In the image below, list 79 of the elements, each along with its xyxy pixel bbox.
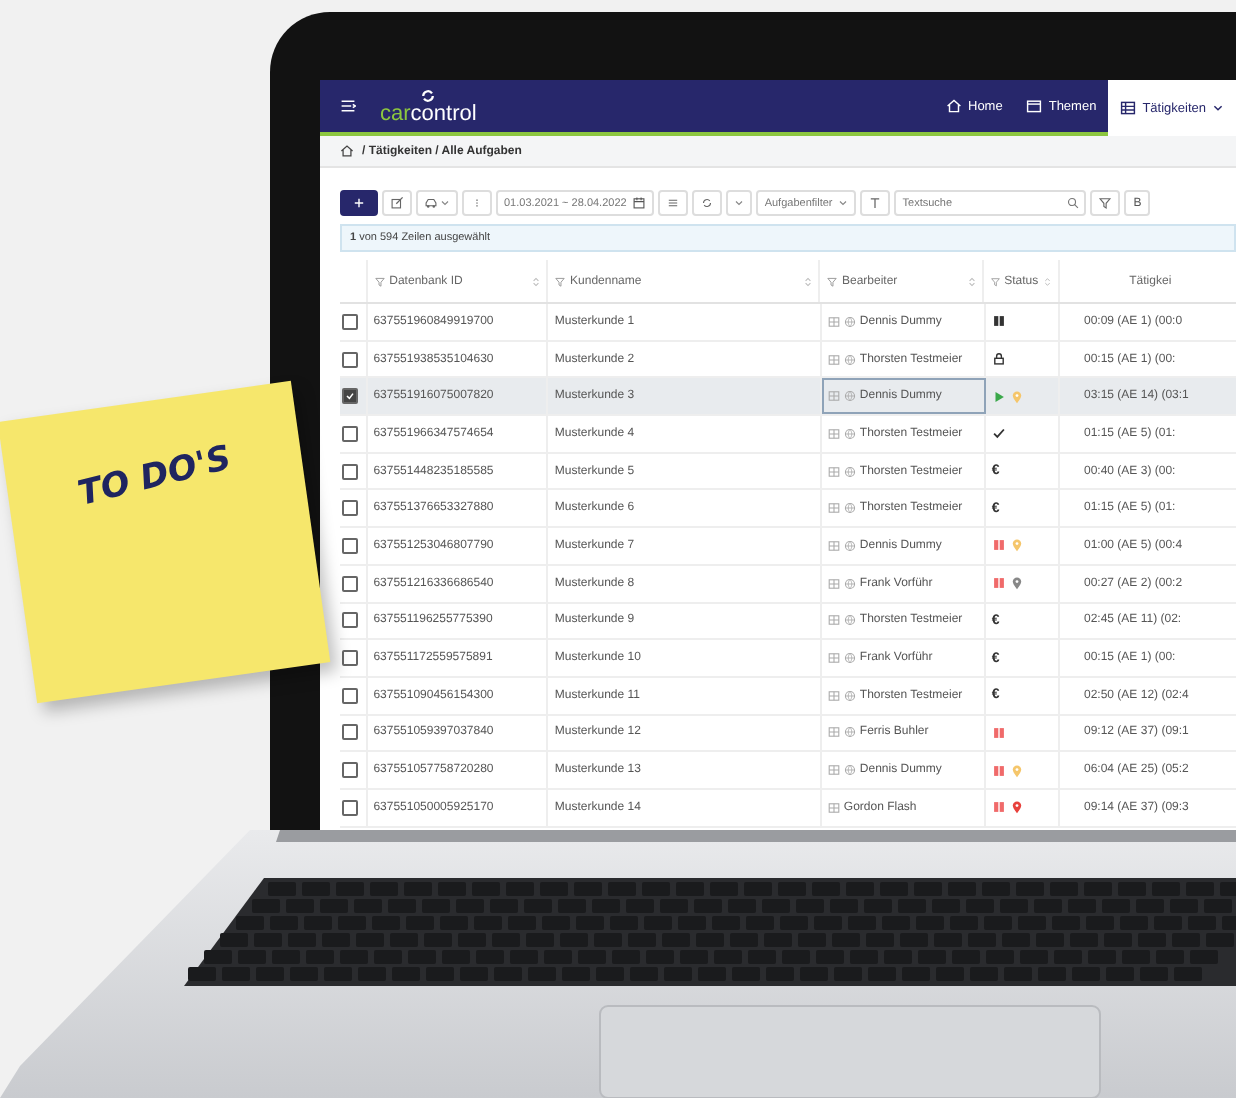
car-menu-button[interactable] [416, 190, 458, 216]
row-checkbox[interactable] [342, 388, 358, 405]
grid-icon[interactable] [827, 764, 840, 777]
filter-icon [1098, 196, 1113, 210]
text-button[interactable] [860, 190, 891, 216]
grid-icon[interactable] [827, 390, 840, 403]
grid-icon[interactable] [827, 315, 840, 328]
home-icon [946, 98, 962, 114]
table-icon [1120, 100, 1137, 116]
globe-icon[interactable] [843, 764, 856, 777]
sort-icon[interactable] [1042, 275, 1054, 287]
list-icon [666, 196, 681, 210]
row-checkbox[interactable] [342, 687, 358, 704]
grid-icon[interactable] [827, 689, 840, 702]
grid-icon[interactable] [827, 502, 840, 515]
grid-icon[interactable] [827, 614, 840, 627]
menu-icon[interactable] [340, 98, 356, 114]
globe-icon[interactable] [843, 427, 856, 440]
globe-icon[interactable] [843, 577, 856, 590]
row-checkbox[interactable] [342, 650, 358, 667]
row-checkbox[interactable] [342, 612, 358, 629]
grid-icon[interactable] [827, 726, 840, 739]
filter-button[interactable] [1090, 190, 1121, 216]
filter-icon[interactable] [826, 275, 838, 287]
row-checkbox[interactable] [342, 351, 358, 368]
globe-icon[interactable] [843, 390, 856, 403]
plus-icon [352, 196, 366, 210]
caret-icon [1212, 102, 1224, 114]
logo-text: carcontrol [380, 103, 477, 125]
grid-icon[interactable] [827, 652, 840, 665]
globe-icon[interactable] [843, 539, 856, 552]
refresh-icon [700, 196, 715, 210]
window-icon [1026, 98, 1043, 114]
row-checkbox[interactable] [342, 799, 358, 816]
caret-icon [838, 198, 849, 208]
row-checkbox[interactable] [342, 500, 358, 517]
row-checkbox[interactable] [342, 762, 358, 779]
row-checkbox[interactable] [342, 425, 358, 442]
text-icon [868, 196, 883, 210]
filter-icon[interactable] [554, 275, 567, 287]
globe-icon[interactable] [843, 689, 856, 702]
globe-icon[interactable] [843, 315, 856, 328]
grid-icon[interactable] [827, 353, 840, 366]
row-checkbox[interactable] [342, 575, 358, 592]
list-button[interactable] [658, 190, 689, 216]
add-button[interactable] [340, 190, 378, 216]
filter-icon[interactable] [373, 275, 386, 287]
globe-icon[interactable] [843, 502, 856, 515]
grid-icon[interactable] [827, 539, 840, 552]
caret-icon [440, 198, 450, 208]
refresh-button[interactable] [692, 190, 723, 216]
row-checkbox[interactable] [342, 724, 358, 741]
sort-icon[interactable] [965, 275, 978, 287]
search-icon [1066, 196, 1081, 210]
sort-icon[interactable] [802, 275, 814, 287]
caret-button[interactable] [726, 190, 753, 216]
grid-icon[interactable] [827, 427, 840, 440]
grid-icon[interactable] [827, 801, 840, 814]
logo-icon [420, 87, 437, 103]
sort-icon[interactable] [530, 275, 543, 287]
home-icon[interactable] [340, 144, 354, 158]
grid-icon[interactable] [827, 465, 840, 478]
row-checkbox[interactable] [342, 537, 358, 554]
more-button[interactable] [462, 190, 492, 216]
edit-icon [390, 196, 404, 210]
car-icon [424, 196, 438, 210]
note-text: TO DO'S [74, 438, 236, 515]
globe-icon[interactable] [843, 652, 856, 665]
row-checkbox[interactable] [342, 463, 358, 480]
globe-icon[interactable] [843, 614, 856, 627]
globe-icon[interactable] [843, 353, 856, 366]
row-checkbox[interactable] [342, 313, 358, 330]
calendar-icon [632, 196, 647, 210]
filter-icon[interactable] [989, 275, 1001, 287]
globe-icon[interactable] [843, 726, 856, 739]
grid-icon[interactable] [827, 577, 840, 590]
caret-icon [734, 198, 745, 208]
globe-icon[interactable] [843, 465, 856, 478]
edit-button[interactable] [382, 190, 412, 216]
